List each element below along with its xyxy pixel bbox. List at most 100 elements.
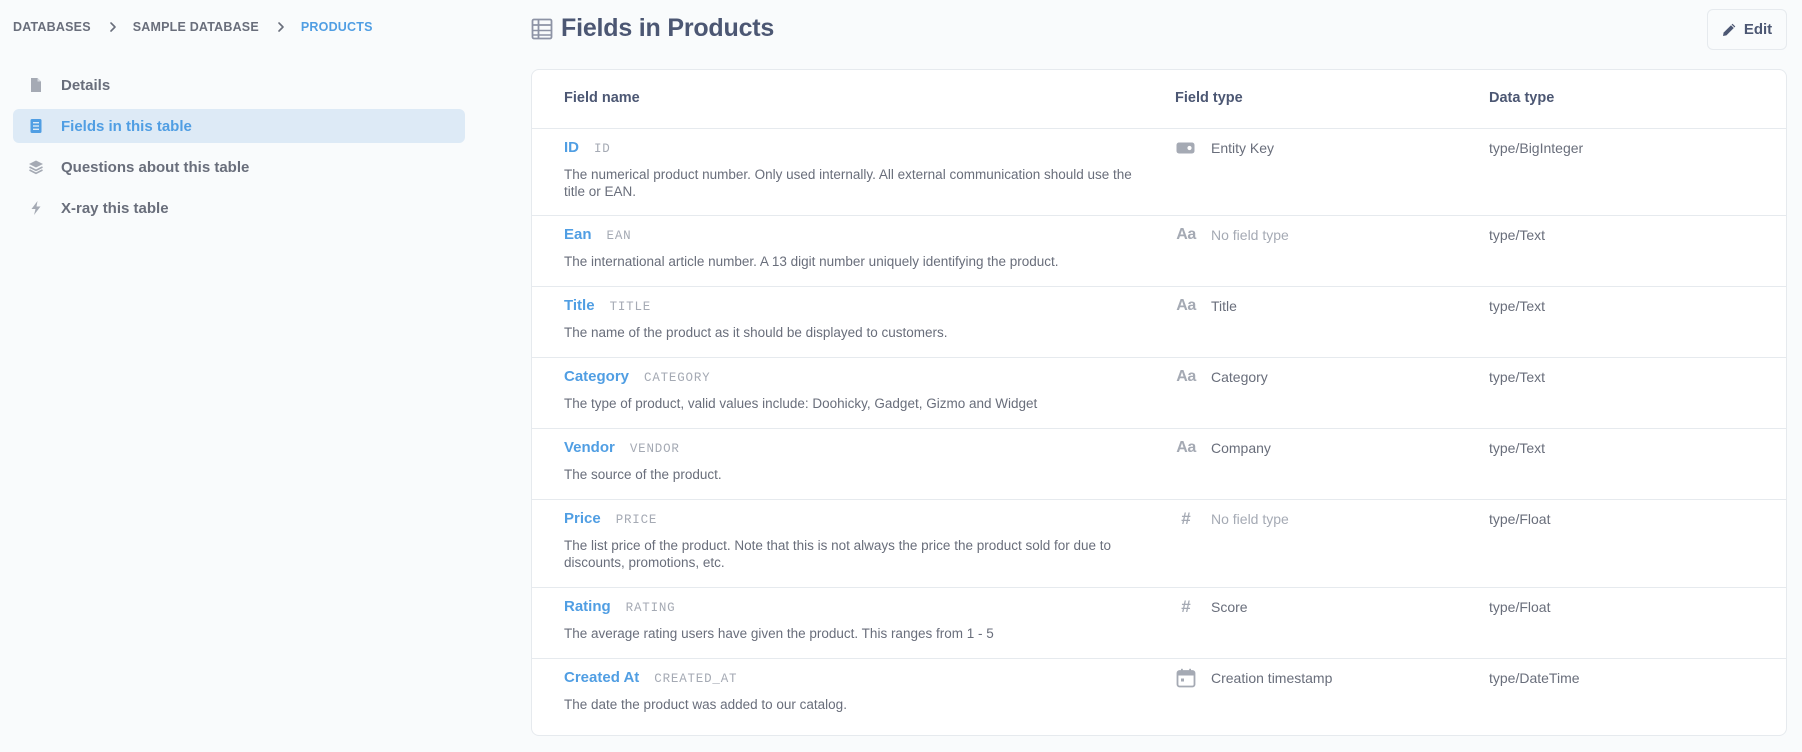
field-db-name: CREATED_AT bbox=[654, 672, 738, 686]
field-description: The name of the product as it should be … bbox=[564, 325, 948, 340]
text-icon: Aa bbox=[1176, 226, 1196, 243]
field-name-cell: Category CATEGORY bbox=[564, 368, 710, 385]
field-type-label: Category bbox=[1211, 369, 1268, 385]
table-row: Ean EAN The international article number… bbox=[532, 216, 1786, 287]
sidebar-item-xray[interactable]: X-ray this table bbox=[13, 191, 465, 225]
list-icon bbox=[28, 118, 44, 134]
table-row: Rating RATING The average rating users h… bbox=[532, 588, 1786, 659]
breadcrumb-databases[interactable]: Databases bbox=[13, 20, 91, 34]
data-type-cell: type/Float bbox=[1489, 511, 1551, 527]
field-name-cell: ID ID bbox=[564, 139, 611, 156]
number-icon: # bbox=[1181, 509, 1191, 528]
document-icon bbox=[28, 77, 44, 93]
field-db-name: PRICE bbox=[615, 513, 658, 527]
data-type-cell: type/Text bbox=[1489, 369, 1546, 385]
field-description: The numerical product number. Only used … bbox=[564, 167, 1132, 199]
data-type-cell: type/BigInteger bbox=[1489, 140, 1584, 156]
layers-icon bbox=[28, 159, 44, 175]
field-display-name[interactable]: Category bbox=[564, 368, 629, 385]
table-row: Price PRICE The list price of the produc… bbox=[532, 500, 1786, 588]
key-icon bbox=[1175, 138, 1197, 158]
field-db-name: ID bbox=[594, 142, 611, 156]
sidebar-item-label: Fields in this table bbox=[61, 117, 192, 135]
chevron-right-icon bbox=[107, 21, 119, 33]
page-header: Fields in Products bbox=[531, 14, 774, 43]
field-display-name[interactable]: Created At bbox=[564, 669, 639, 686]
field-type-cell: Creation timestamp bbox=[1175, 668, 1332, 688]
table-row: ID ID The numerical product number. Only… bbox=[532, 129, 1786, 216]
field-type-label: No field type bbox=[1211, 227, 1289, 243]
table-header: Field name Field type Data type bbox=[532, 70, 1786, 129]
sidebar-item-questions[interactable]: Questions about this table bbox=[13, 150, 465, 184]
data-type-cell: type/Text bbox=[1489, 298, 1546, 314]
field-description: The average rating users have given the … bbox=[564, 626, 994, 641]
field-type-cell: Aa Title bbox=[1175, 296, 1237, 316]
field-type-label: Title bbox=[1211, 298, 1237, 314]
field-type-cell: # No field type bbox=[1175, 509, 1289, 529]
column-header-field-name: Field name bbox=[564, 90, 640, 106]
sidebar-item-details[interactable]: Details bbox=[13, 68, 465, 102]
field-description: The international article number. A 13 d… bbox=[564, 254, 1059, 269]
field-type-cell: Entity Key bbox=[1175, 138, 1274, 158]
data-type-cell: type/Text bbox=[1489, 440, 1546, 456]
field-name-cell: Vendor VENDOR bbox=[564, 439, 680, 456]
field-display-name[interactable]: Price bbox=[564, 510, 601, 527]
field-display-name[interactable]: Title bbox=[564, 297, 595, 314]
field-db-name: RATING bbox=[625, 601, 676, 615]
calendar-icon bbox=[1175, 668, 1197, 688]
field-display-name[interactable]: Rating bbox=[564, 598, 611, 615]
edit-button-label: Edit bbox=[1743, 21, 1773, 38]
sidebar-item-label: Details bbox=[61, 76, 111, 94]
field-type-cell: Aa Company bbox=[1175, 438, 1271, 458]
table-row: Title TITLE The name of the product as i… bbox=[532, 287, 1786, 358]
field-type-cell: # Score bbox=[1175, 597, 1248, 617]
breadcrumb: Databases Sample Database Products bbox=[13, 20, 373, 34]
bolt-icon bbox=[28, 200, 44, 216]
table-row: Category CATEGORY The type of product, v… bbox=[532, 358, 1786, 429]
field-type-label: Entity Key bbox=[1211, 140, 1275, 156]
field-display-name[interactable]: ID bbox=[564, 139, 579, 156]
chevron-right-icon bbox=[275, 21, 287, 33]
field-type-label: Company bbox=[1211, 440, 1271, 456]
fields-table: Field name Field type Data type ID ID Th… bbox=[531, 69, 1787, 736]
field-db-name: VENDOR bbox=[629, 442, 680, 456]
field-type-label: Creation timestamp bbox=[1211, 670, 1333, 686]
table-icon bbox=[531, 18, 553, 40]
field-type-label: No field type bbox=[1211, 511, 1289, 527]
field-description: The date the product was added to our ca… bbox=[564, 697, 847, 712]
column-header-data-type: Data type bbox=[1489, 90, 1555, 106]
field-db-name: EAN bbox=[606, 229, 632, 243]
field-display-name[interactable]: Ean bbox=[564, 226, 592, 243]
field-description: The list price of the product. Note that… bbox=[564, 538, 1112, 570]
data-type-cell: type/Text bbox=[1489, 227, 1546, 243]
field-name-cell: Created At CREATED_AT bbox=[564, 669, 737, 686]
field-description: The source of the product. bbox=[564, 467, 722, 482]
field-display-name[interactable]: Vendor bbox=[564, 439, 615, 456]
table-row: Vendor VENDOR The source of the product.… bbox=[532, 429, 1786, 500]
breadcrumb-products: Products bbox=[300, 20, 373, 34]
page-title: Fields in Products bbox=[561, 14, 775, 42]
field-type-cell: Aa No field type bbox=[1175, 225, 1289, 245]
field-name-cell: Ean EAN bbox=[564, 226, 631, 243]
sidebar-item-label: X-ray this table bbox=[61, 199, 169, 217]
sidebar-item-label: Questions about this table bbox=[61, 158, 250, 176]
breadcrumb-sample-database[interactable]: Sample Database bbox=[133, 20, 259, 34]
field-name-cell: Rating RATING bbox=[564, 598, 675, 615]
text-icon: Aa bbox=[1176, 297, 1196, 314]
text-icon: Aa bbox=[1176, 439, 1196, 456]
field-type-label: Score bbox=[1211, 599, 1248, 615]
field-db-name: CATEGORY bbox=[644, 371, 711, 385]
field-db-name: TITLE bbox=[609, 300, 652, 314]
column-header-field-type: Field type bbox=[1175, 90, 1243, 106]
sidebar-item-fields[interactable]: Fields in this table bbox=[13, 109, 465, 143]
data-type-cell: type/Float bbox=[1489, 599, 1551, 615]
edit-button[interactable]: Edit bbox=[1707, 9, 1787, 50]
field-description: The type of product, valid values includ… bbox=[564, 396, 1038, 411]
table-row: Created At CREATED_AT The date the produ… bbox=[532, 659, 1786, 735]
pencil-icon bbox=[1722, 22, 1737, 37]
data-type-cell: type/DateTime bbox=[1489, 670, 1580, 686]
field-type-cell: Aa Category bbox=[1175, 367, 1268, 387]
sidebar: Details Fields in this table Questions a… bbox=[13, 68, 465, 232]
field-name-cell: Title TITLE bbox=[564, 297, 651, 314]
field-name-cell: Price PRICE bbox=[564, 510, 657, 527]
